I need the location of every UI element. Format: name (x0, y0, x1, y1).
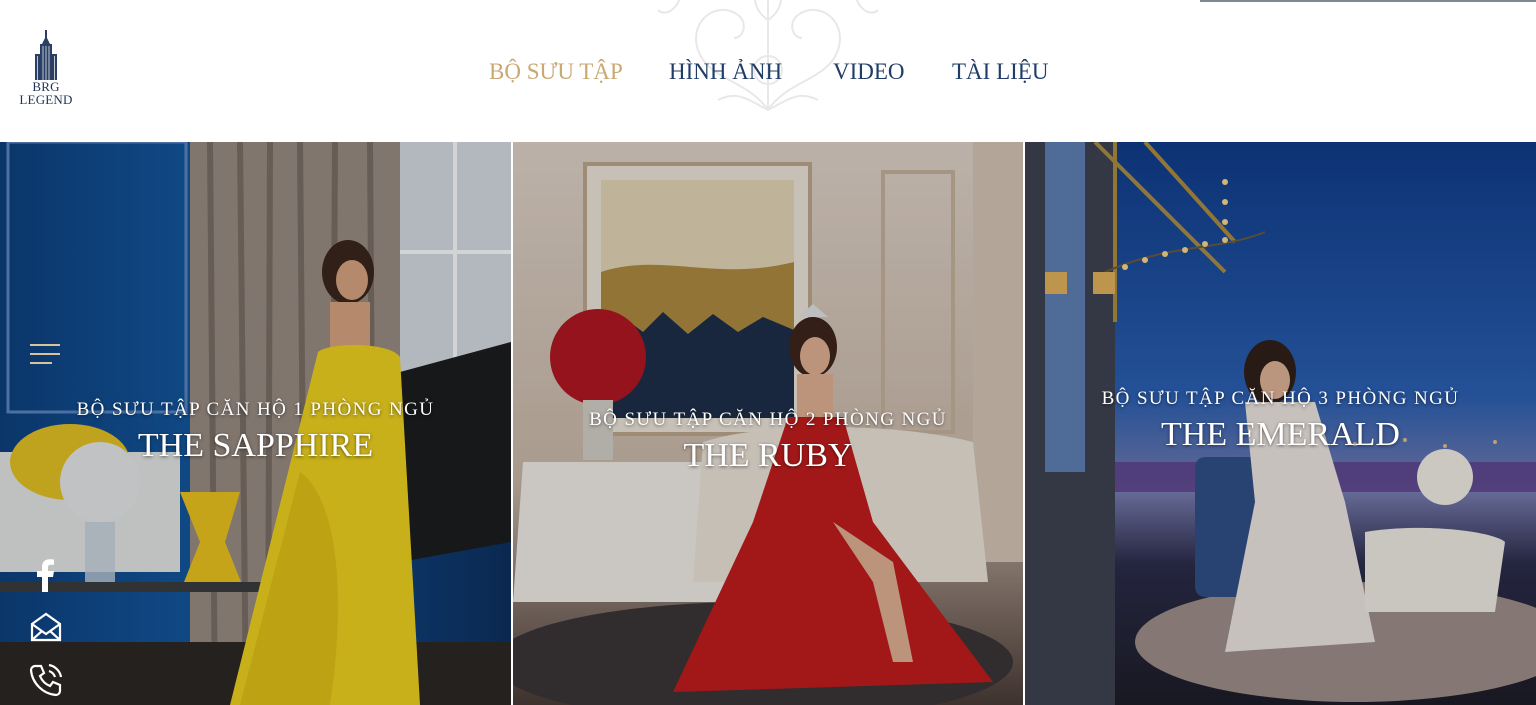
panel-title: THE SAPPHIRE (137, 427, 374, 464)
panel-title: THE RUBY (683, 437, 853, 474)
logo-text-legend: LEGEND (19, 92, 73, 107)
top-accent-line (1200, 0, 1536, 2)
phone-icon[interactable] (26, 660, 66, 700)
hamburger-line (30, 362, 52, 364)
panel-caption: BỘ SƯU TẬP CĂN HỘ 1 PHÒNG NGỦ THE SAPPHI… (0, 398, 511, 466)
panel-the-sapphire[interactable]: BỘ SƯU TẬP CĂN HỘ 1 PHÒNG NGỦ THE SAPPHI… (0, 142, 511, 705)
panel-divider (1023, 142, 1025, 705)
site-header: BRG LEGEND BỘ SƯU TẬP HÌNH ẢNH VIDEO TÀI… (0, 0, 1536, 142)
hamburger-line (30, 353, 60, 355)
social-contact-bar (26, 556, 66, 697)
nav-item-documents[interactable]: TÀI LIỆU (952, 58, 1048, 86)
panel-caption: BỘ SƯU TẬP CĂN HỘ 3 PHÒNG NGỦ THE EMERAL… (1025, 387, 1536, 455)
panel-subtitle: BỘ SƯU TẬP CĂN HỘ 1 PHÒNG NGỦ (76, 399, 435, 420)
mail-icon[interactable] (26, 608, 66, 648)
collection-panels: BỘ SƯU TẬP CĂN HỘ 1 PHÒNG NGỦ THE SAPPHI… (0, 142, 1536, 705)
nav-item-video[interactable]: VIDEO (833, 58, 905, 86)
nav-item-images[interactable]: HÌNH ẢNH (669, 58, 782, 86)
panel-the-emerald[interactable]: BỘ SƯU TẬP CĂN HỘ 3 PHÒNG NGỦ THE EMERAL… (1025, 142, 1536, 705)
panel-subtitle: BỘ SƯU TẬP CĂN HỘ 3 PHÒNG NGỦ (1101, 388, 1460, 409)
facebook-icon[interactable] (26, 556, 66, 596)
panel-the-ruby[interactable]: BỘ SƯU TẬP CĂN HỘ 2 PHÒNG NGỦ THE RUBY (513, 142, 1023, 705)
hamburger-menu-button[interactable] (30, 342, 60, 366)
main-navigation: BỘ SƯU TẬP HÌNH ẢNH VIDEO TÀI LIỆU (0, 58, 1536, 88)
panel-subtitle: BỘ SƯU TẬP CĂN HỘ 2 PHÒNG NGỦ (589, 409, 947, 430)
panel-divider (511, 142, 513, 705)
panel-title: THE EMERALD (1161, 416, 1400, 453)
panel-caption: BỘ SƯU TẬP CĂN HỘ 2 PHÒNG NGỦ THE RUBY (513, 408, 1023, 476)
nav-item-collection[interactable]: BỘ SƯU TẬP (489, 58, 623, 86)
hamburger-line (30, 344, 60, 346)
